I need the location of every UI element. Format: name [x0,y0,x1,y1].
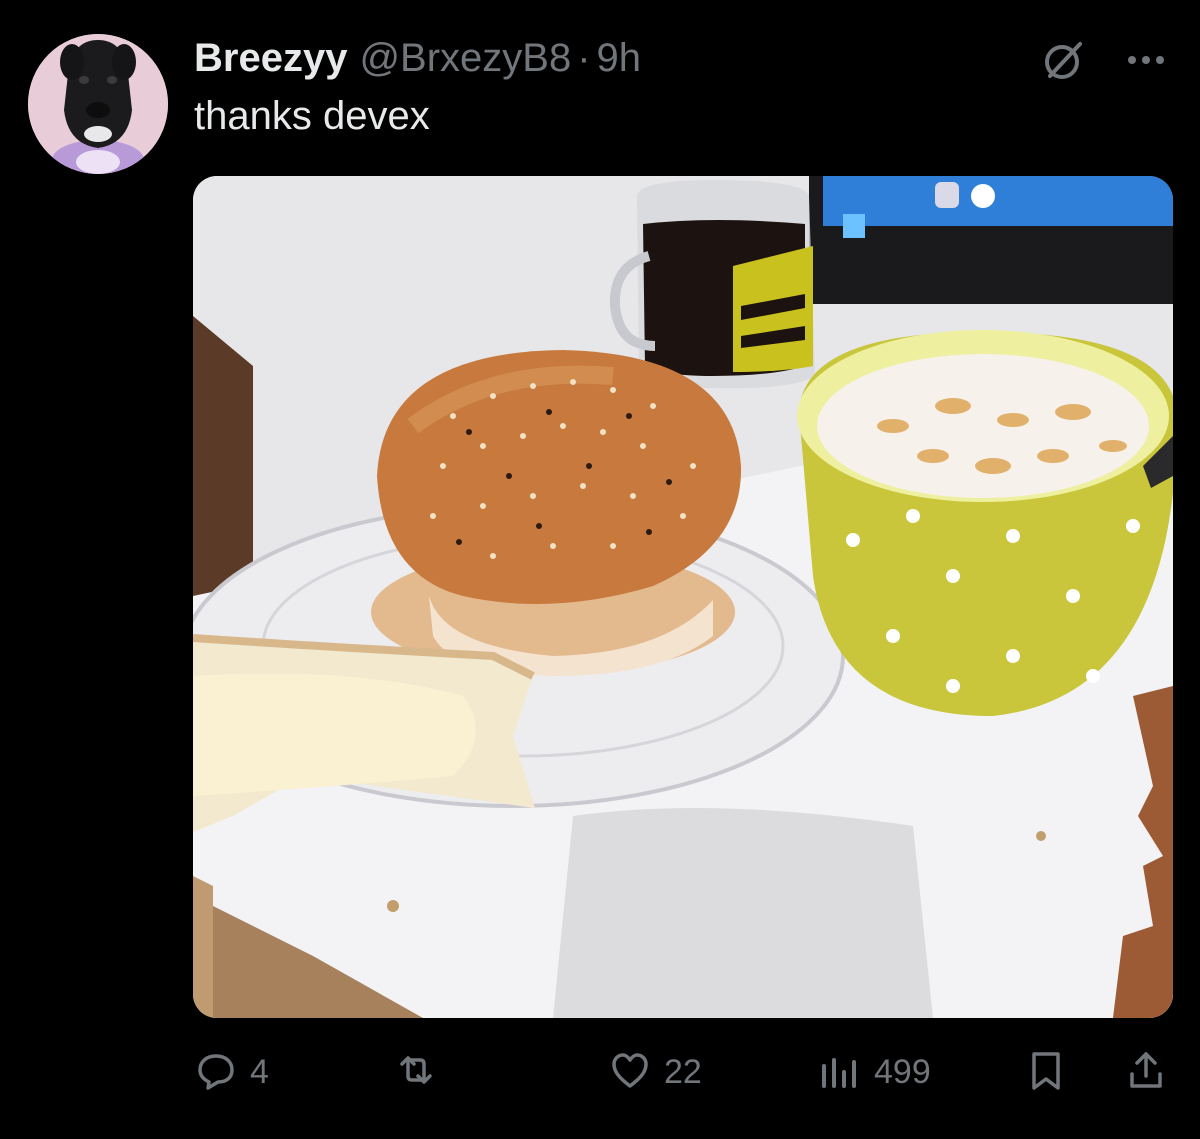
share-icon [1124,1048,1168,1097]
reply-count: 4 [250,1052,269,1091]
display-name[interactable]: Breezyy [194,36,347,81]
retweet-icon [394,1048,438,1097]
retweet-button[interactable] [394,1046,450,1098]
views-count: 499 [874,1052,931,1091]
grok-icon[interactable] [1040,36,1088,84]
more-options-icon[interactable] [1122,36,1170,84]
reply-icon [194,1048,238,1097]
user-handle[interactable]: @BrxezyB8 [359,36,571,81]
like-count: 22 [664,1052,702,1091]
like-icon [608,1048,652,1097]
separator-dot: · [577,35,591,80]
share-button[interactable] [1124,1046,1168,1098]
bookmark-icon [1024,1048,1068,1097]
views-button[interactable]: 499 [818,1046,931,1098]
dog-avatar-image [28,34,168,174]
like-button[interactable]: 22 [608,1046,702,1098]
timestamp[interactable]: 9h [597,36,642,81]
views-icon [818,1048,862,1097]
tweet-photo[interactable] [193,176,1173,1018]
tweet-header: Breezyy @BrxezyB8 · 9h [194,28,641,88]
bookmark-button[interactable] [1024,1046,1068,1098]
reply-button[interactable]: 4 [194,1046,269,1098]
avatar[interactable] [28,34,168,174]
tweet-actions-bar: 4 22 499 [194,1046,1174,1098]
breakfast-photo-image [193,176,1173,1018]
tweet-text: thanks devex [194,94,430,138]
